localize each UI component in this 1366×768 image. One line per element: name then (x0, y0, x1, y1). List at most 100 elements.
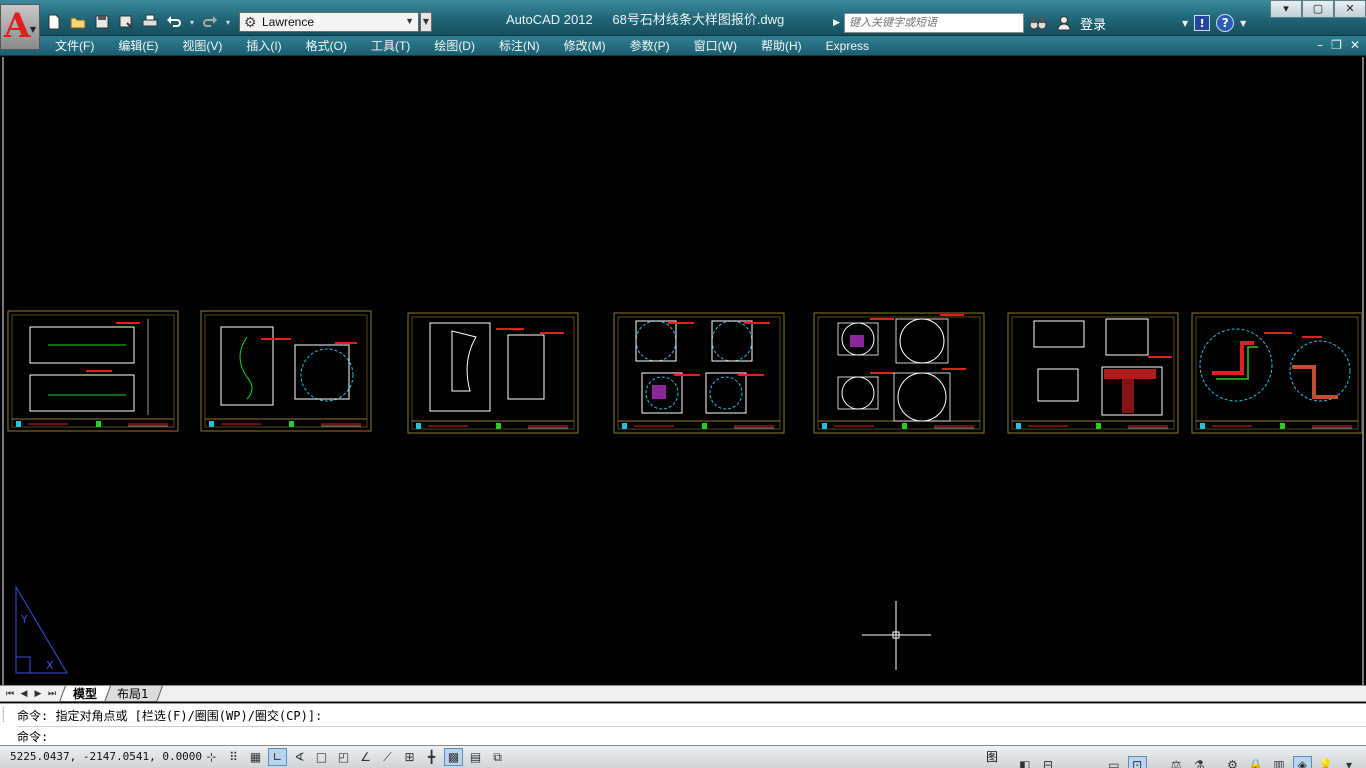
title-bar: A ▼ ▾ ▾ ⚙ Lawrence ▼ ▼ AutoCAD 2012 68号石… (0, 0, 1366, 50)
model-space-canvas[interactable]: Y X (2, 57, 1364, 685)
drawing-sheet[interactable] (407, 312, 579, 434)
isolate-objects-icon[interactable]: ◈ (1292, 756, 1313, 768)
tab-layout1[interactable]: 布局1 (103, 686, 163, 702)
workspace-value: Lawrence (262, 15, 315, 29)
file-name: 68号石材线条大样图报价.dwg (612, 12, 785, 27)
dynamic-input-icon[interactable]: ⊞ (400, 748, 419, 766)
transparency-icon[interactable]: ▩ (444, 748, 463, 766)
search-expand-icon[interactable]: ▶ (833, 13, 843, 33)
redo-dropdown-icon[interactable]: ▾ (224, 18, 232, 27)
chevron-down-icon: ▼ (405, 16, 414, 26)
exchange-icon[interactable]: ! (1194, 15, 1211, 31)
new-icon[interactable] (44, 13, 64, 31)
gear-icon: ⚙ (244, 14, 257, 30)
menu-insert[interactable]: 插入(I) (246, 38, 281, 54)
doc-minimize-button[interactable]: – (1317, 38, 1323, 52)
crosshair-cursor (862, 601, 931, 670)
chevron-down-icon[interactable]: ▼ (1240, 19, 1246, 28)
layout-tabs-bar: ⏮ ◀ ▶ ⏭ 模型 布局1 (0, 685, 1366, 702)
hardware-acceleration-icon[interactable]: ▥ (1269, 756, 1288, 768)
doc-restore-button[interactable]: ❐ (1331, 38, 1342, 52)
last-tab-icon[interactable]: ⏭ (46, 687, 58, 701)
lightbulb-icon[interactable]: 💡 (1316, 756, 1335, 768)
drawing-sheet[interactable] (613, 312, 785, 434)
minimize-button[interactable]: ▾ (1270, 0, 1302, 18)
next-tab-icon[interactable]: ▶ (32, 687, 44, 701)
undo-dropdown-icon[interactable]: ▾ (188, 18, 196, 27)
restore-button[interactable]: ▢ (1302, 0, 1334, 18)
menu-edit[interactable]: 编辑(E) (118, 38, 158, 54)
quick-view-layouts-icon[interactable]: ⊟ (1038, 756, 1057, 768)
dynamic-ucs-icon[interactable]: ⟋ (378, 748, 397, 766)
doc-close-button[interactable]: ✕ (1350, 38, 1360, 52)
login-button[interactable]: 登录 (1080, 14, 1106, 33)
autocad-logo: A (4, 6, 31, 46)
menu-draw[interactable]: 绘图(D) (434, 38, 475, 54)
menu-dimension[interactable]: 标注(N) (499, 38, 540, 54)
command-window-grip[interactable]: ⁞ ⁞ ⁞ (2, 706, 12, 743)
workspace-switching-icon[interactable]: ⚙ (1223, 756, 1242, 768)
drawing-sheet[interactable] (200, 310, 372, 432)
paper-space-toggle[interactable]: 图纸 (986, 748, 1009, 768)
layout-icon[interactable]: ◧ (1015, 756, 1034, 768)
help-icon[interactable]: ? (1216, 14, 1235, 32)
command-input[interactable]: 命令: (17, 726, 1366, 746)
menu-window[interactable]: 窗口(W) (694, 38, 737, 54)
chevron-down-icon[interactable]: ▼ (1182, 19, 1188, 28)
application-menu-button[interactable]: A ▼ (0, 4, 40, 50)
binoculars-icon[interactable] (1028, 13, 1048, 33)
clean-screen-icon[interactable]: ▢ (1363, 756, 1366, 768)
window-title: AutoCAD 2012 68号石材线条大样图报价.dwg (506, 9, 800, 28)
redo-icon[interactable] (200, 13, 220, 31)
save-icon[interactable] (92, 13, 112, 31)
grid-display-icon[interactable]: ▦ (246, 748, 265, 766)
drawing-sheet[interactable] (1191, 312, 1362, 434)
menu-file[interactable]: 文件(F) (55, 38, 94, 54)
svg-text:Y: Y (20, 613, 28, 626)
drawing-sheet[interactable] (1007, 312, 1179, 434)
lineweight-icon[interactable]: ╋ (422, 748, 441, 766)
menu-format[interactable]: 格式(O) (306, 38, 347, 54)
snap-mode-icon[interactable]: ⠿ (224, 748, 243, 766)
3d-object-snap-icon[interactable]: ◰ (334, 748, 353, 766)
coordinate-display[interactable]: 5225.0437, -2147.0541, 0.0000 (10, 750, 202, 763)
tab-model[interactable]: 模型 (59, 686, 111, 702)
first-tab-icon[interactable]: ⏮ (4, 687, 16, 701)
menu-help[interactable]: 帮助(H) (761, 38, 802, 54)
menu-tools[interactable]: 工具(T) (371, 38, 410, 54)
quick-properties-icon[interactable]: ▤ (466, 748, 485, 766)
menu-view[interactable]: 视图(V) (182, 38, 222, 54)
selection-cycling-icon[interactable]: ⧉ (488, 748, 507, 766)
annotation-scale-icon[interactable]: ⚖ (1166, 756, 1185, 768)
undo-icon[interactable] (164, 13, 184, 31)
print-icon[interactable] (140, 13, 160, 31)
customize-toolbar-button[interactable]: ▼ (420, 12, 432, 32)
status-menu-icon[interactable]: ▾ (1339, 756, 1358, 768)
menu-parametric[interactable]: 参数(P) (630, 38, 670, 54)
quick-view-drawings-icon[interactable]: ▭ (1104, 756, 1123, 768)
workspace-select[interactable]: ⚙ Lawrence ▼ (239, 12, 419, 32)
window-controls: ▾ ▢ ✕ (1270, 0, 1366, 18)
ortho-mode-icon[interactable]: ∟ (268, 748, 287, 766)
close-button[interactable]: ✕ (1334, 0, 1366, 18)
maximize-viewport-icon[interactable]: ⊡ (1127, 756, 1147, 768)
object-snap-icon[interactable]: □ (312, 748, 331, 766)
infer-constraints-icon[interactable]: ⊹ (202, 748, 221, 766)
save-as-icon[interactable] (116, 13, 136, 31)
prev-tab-icon[interactable]: ◀ (18, 687, 30, 701)
quick-access-toolbar: ▾ ▾ (44, 11, 232, 33)
open-icon[interactable] (68, 13, 88, 31)
lock-icon[interactable]: 🔒 (1246, 756, 1265, 768)
polar-tracking-icon[interactable]: ∢ (290, 748, 309, 766)
drawing-sheet[interactable] (7, 310, 179, 432)
object-snap-tracking-icon[interactable]: ∠ (356, 748, 375, 766)
search-input[interactable] (844, 13, 1024, 33)
app-name: AutoCAD 2012 (506, 12, 593, 27)
annotation-visibility-icon[interactable]: ⚗ (1190, 756, 1209, 768)
drawing-sheet[interactable] (813, 312, 985, 434)
command-history: 命令: 指定对角点或 [栏选(F)/圈围(WP)/圈交(CP)]: (17, 709, 323, 723)
menu-express[interactable]: Express (826, 38, 869, 54)
menu-modify[interactable]: 修改(M) (564, 38, 606, 54)
svg-text:X: X (46, 659, 54, 672)
